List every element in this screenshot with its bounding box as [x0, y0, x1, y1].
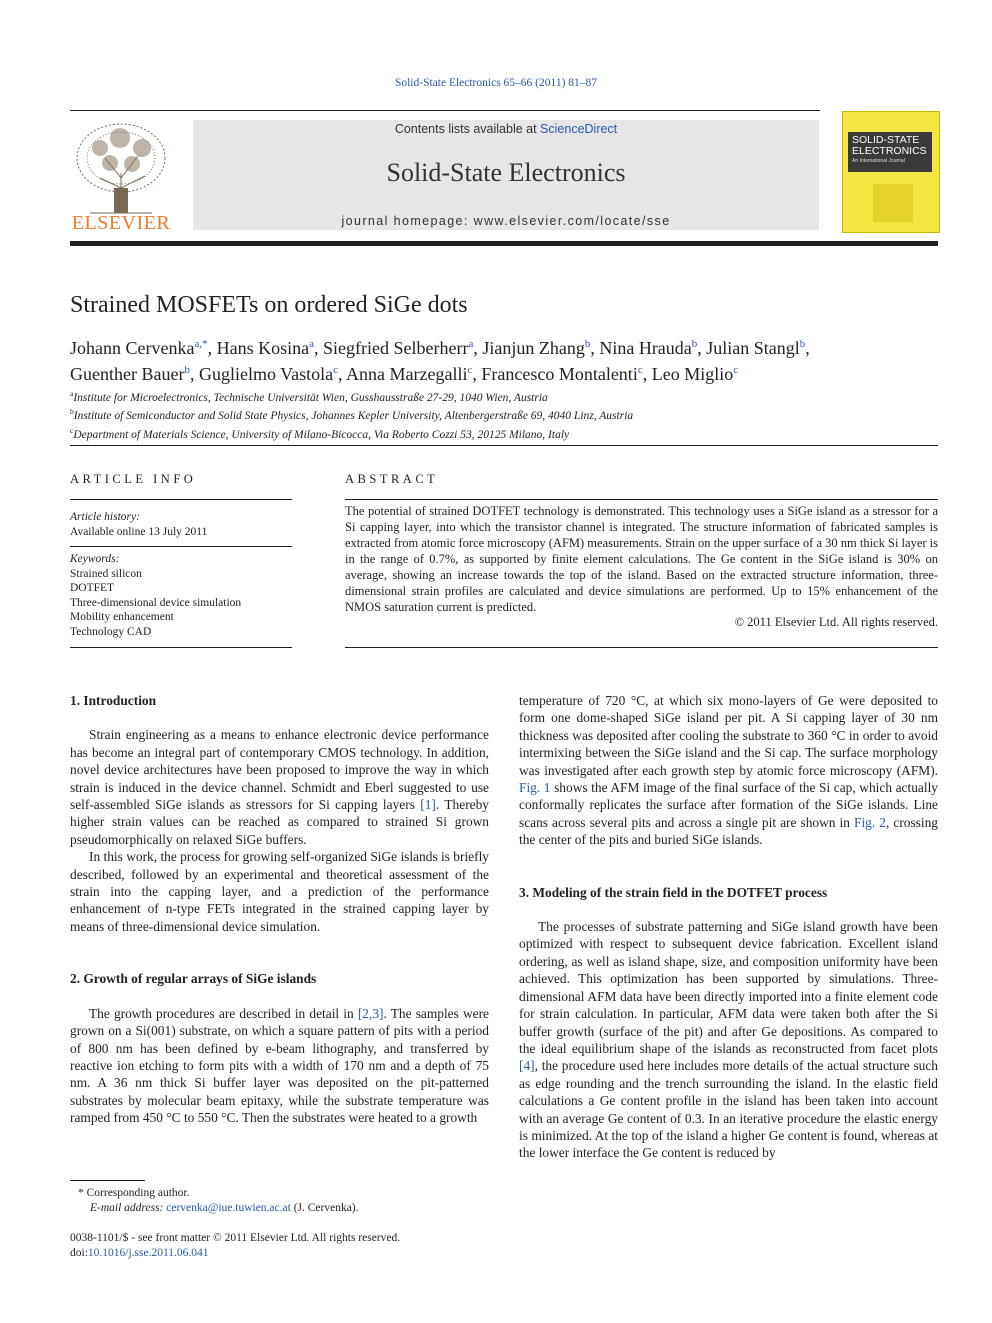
history-label: Article history:	[70, 511, 140, 523]
author-list: Johann Cervenkaa,*, Hans Kosinaa, Siegfr…	[70, 333, 950, 385]
author-affiliation-link[interactable]: b	[692, 338, 698, 350]
affiliation: cDepartment of Materials Science, Univer…	[70, 425, 570, 441]
author-affiliation-link[interactable]: b	[184, 364, 190, 376]
doi-link[interactable]: 10.1016/j.sse.2011.06.041	[88, 1247, 209, 1259]
right-column: temperature of 720 °C, at which six mono…	[519, 692, 938, 1162]
section-heading: 1. Introduction	[70, 693, 157, 708]
divider	[70, 499, 292, 500]
author-affiliation-link[interactable]: a	[468, 338, 473, 350]
header-thick-rule	[70, 241, 938, 246]
journal-cover: SOLID-STATE ELECTRONICS An International…	[842, 111, 940, 233]
author: Julian Stanglb,	[706, 338, 810, 358]
cover-title-line2: ELECTRONICS	[852, 145, 927, 157]
cover-graphic	[873, 184, 913, 222]
author: Johann Cervenkaa,*,	[70, 338, 217, 358]
homepage-label: journal homepage:	[341, 214, 474, 228]
abstract-copyright: © 2011 Elsevier Ltd. All rights reserved…	[734, 615, 938, 629]
author-affiliation-link[interactable]: b	[800, 338, 806, 350]
section-heading: 3. Modeling of the strain field in the D…	[519, 884, 828, 900]
author: Leo Miglioc	[651, 364, 739, 384]
article-info: Article history: Available online 13 Jul…	[70, 510, 292, 539]
keywords: Keywords: Strained silicon DOTFET Three-…	[70, 552, 292, 639]
author: Siegfried Selberherra,	[323, 338, 483, 358]
keyword: Three-dimensional device simulation	[70, 596, 242, 609]
contents-line: Contents lists available at ScienceDirec…	[193, 122, 819, 136]
paragraph: In this work, the process for growing se…	[70, 849, 489, 934]
tree-icon	[76, 123, 166, 214]
figure-link[interactable]: Fig. 1	[519, 780, 551, 795]
journal-citation[interactable]: Solid-State Electronics 65–66 (2011) 81–…	[0, 77, 992, 89]
author-affiliation-link[interactable]: c	[638, 364, 643, 376]
left-column: 1. Introduction Strain engineering as a …	[70, 692, 489, 1127]
author: Guenther Bauerb,	[70, 364, 199, 384]
paragraph: Strain engineering as a means to enhance…	[70, 727, 489, 847]
header-rule	[70, 110, 820, 111]
contents-prefix: Contents lists available at	[394, 122, 541, 136]
author: Anna Marzegallic,	[346, 364, 482, 384]
keyword: Mobility enhancement	[70, 611, 174, 623]
journal-homepage: journal homepage: www.elsevier.com/locat…	[193, 214, 819, 228]
divider	[345, 647, 938, 648]
author-affiliation-link[interactable]: a	[309, 338, 314, 350]
cover-title-line1: SOLID-STATE	[852, 134, 920, 146]
email-link[interactable]: cervenka@iue.tuwien.ac.at	[166, 1202, 291, 1214]
keyword: DOTFET	[70, 582, 115, 594]
divider	[70, 445, 938, 446]
author-affiliation-link[interactable]: b	[585, 338, 591, 350]
divider	[70, 546, 292, 547]
publisher-logo-text: ELSEVIER	[71, 212, 171, 234]
section-heading: 2. Growth of regular arrays of SiGe isla…	[70, 971, 317, 987]
paragraph: The growth procedures are described in d…	[70, 1005, 489, 1126]
author: Hans Kosinaa,	[216, 338, 323, 358]
author: Jianjun Zhangb,	[482, 338, 600, 358]
article-info-heading: ARTICLE INFO	[70, 472, 197, 486]
reference-link[interactable]: [1]	[420, 797, 436, 812]
history-value: Available online 13 July 2011	[70, 525, 208, 538]
affiliations: aInstitute for Microelectronics, Technis…	[70, 387, 633, 442]
corresponding-author-note: * Corresponding author.	[78, 1187, 190, 1199]
reference-link[interactable]: [4]	[519, 1058, 535, 1073]
figure-link[interactable]: Fig. 2	[854, 815, 886, 830]
cover-title-block: SOLID-STATE ELECTRONICS An International…	[848, 132, 932, 172]
author: Francesco Montalentic,	[481, 364, 652, 384]
article-title: Strained MOSFETs on ordered SiGe dots	[70, 292, 468, 318]
keywords-label: Keywords:	[70, 553, 120, 565]
reference-link[interactable]: [2,3]	[358, 1006, 384, 1021]
abstract-heading: ABSTRACT	[345, 472, 439, 486]
divider	[345, 499, 938, 500]
journal-banner: Contents lists available at ScienceDirec…	[193, 120, 819, 230]
author-affiliation-link[interactable]: c	[333, 364, 338, 376]
keyword: Strained silicon	[70, 567, 142, 580]
affiliation: bInstitute of Semiconductor and Solid St…	[70, 407, 634, 423]
affiliation: aInstitute for Microelectronics, Technis…	[70, 389, 548, 404]
journal-name: Solid-State Electronics	[386, 158, 626, 187]
paragraph: The processes of substrate patterning an…	[519, 919, 938, 1161]
sciencedirect-link[interactable]: ScienceDirect	[540, 122, 617, 136]
author-affiliation-link[interactable]: a,*	[194, 338, 207, 350]
author-affiliation-link[interactable]: c	[467, 364, 472, 376]
doi-line: doi:10.1016/j.sse.2011.06.041	[70, 1247, 209, 1259]
email-note: E-mail address: cervenka@iue.tuwien.ac.a…	[90, 1202, 359, 1214]
author-affiliation-link[interactable]: c	[733, 364, 738, 376]
author: Guglielmo Vastolac,	[198, 364, 347, 384]
cover-subtitle: An International Journal	[852, 158, 905, 164]
paragraph: temperature of 720 °C, at which six mono…	[519, 693, 939, 848]
divider	[70, 647, 292, 648]
abstract-text: The potential of strained DOTFET technol…	[345, 504, 938, 614]
issn-line: 0038-1101/$ - see front matter © 2011 El…	[70, 1232, 401, 1244]
elsevier-logo: ELSEVIER	[70, 118, 172, 234]
keyword: Technology CAD	[70, 625, 152, 638]
footnote-rule	[70, 1180, 145, 1181]
homepage-link[interactable]: www.elsevier.com/locate/sse	[474, 214, 671, 228]
author: Nina Hraudab,	[599, 338, 707, 358]
